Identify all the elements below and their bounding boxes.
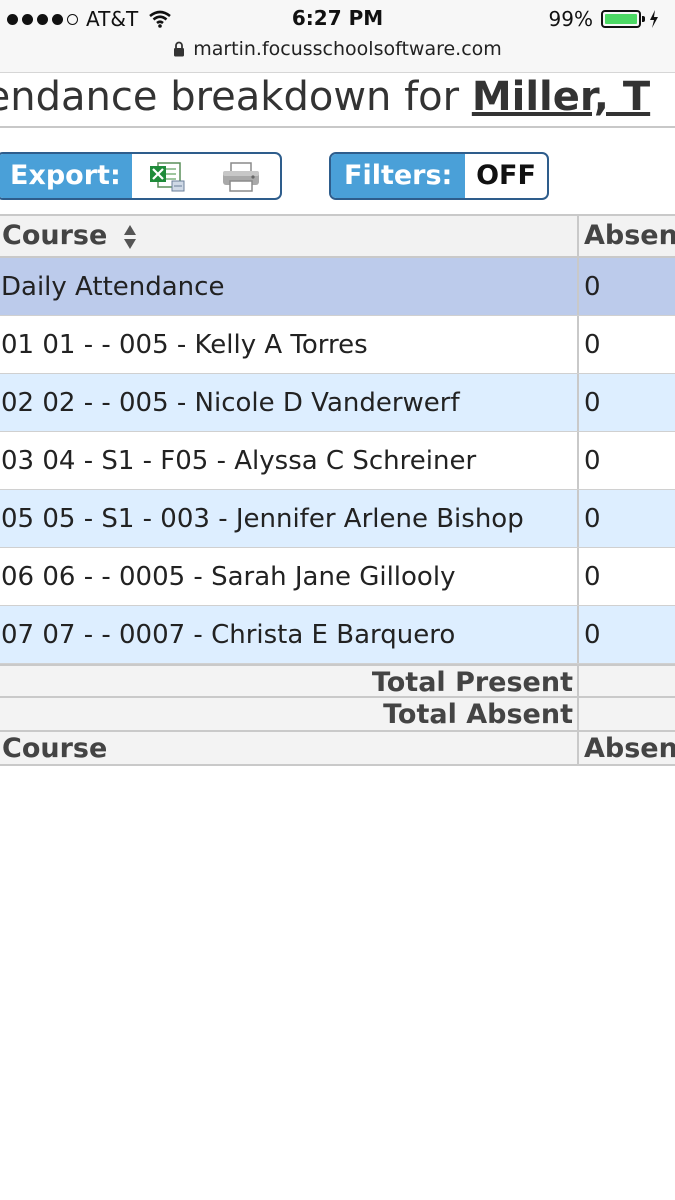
course-cell: 05 05 - S1 - 003 - Jennifer Arlene Bisho… — [0, 490, 579, 547]
course-cell: 02 02 - - 005 - Nicole D Vanderwerf — [0, 374, 579, 431]
battery-area: 99% — [549, 6, 659, 32]
absent-cell: 0 — [584, 504, 601, 534]
total-absent-label: Total Absent — [0, 698, 579, 730]
battery-icon — [601, 10, 645, 28]
battery-percent: 99% — [548, 7, 593, 31]
lock-icon — [174, 41, 185, 57]
page-title: tendance breakdown for Miller, T — [0, 74, 650, 120]
excel-icon[interactable] — [148, 161, 186, 193]
print-icon[interactable] — [220, 161, 262, 193]
table-row[interactable]: 07 07 - - 0007 - Christa E Barquero 0 — [0, 606, 675, 664]
absent-cell: 0 — [584, 446, 601, 476]
export-label: Export: — [0, 154, 132, 198]
total-absent-value — [581, 698, 675, 730]
url-text: martin.focusschoolsoftware.com — [193, 38, 502, 60]
total-absent-row: Total Absent — [0, 698, 675, 732]
table-row[interactable]: 06 06 - - 0005 - Sarah Jane Gillooly 0 — [0, 548, 675, 606]
footer-course-label: Course — [0, 732, 579, 764]
course-cell: 06 06 - - 0005 - Sarah Jane Gillooly — [0, 548, 579, 605]
total-present-value — [581, 666, 675, 696]
absent-cell: 0 — [584, 388, 601, 418]
course-cell: 07 07 - - 0007 - Christa E Barquero — [0, 606, 579, 663]
course-cell: Daily Attendance — [0, 258, 579, 315]
absent-cell: 0 — [584, 562, 601, 592]
table-header-row: Course Absen — [0, 214, 675, 258]
total-present-label: Total Present — [0, 666, 579, 696]
filters-label: Filters: — [331, 154, 465, 198]
filters-toggle[interactable]: Filters: OFF — [329, 152, 549, 200]
absent-cell: 0 — [584, 330, 601, 360]
page-header: tendance breakdown for Miller, T — [0, 72, 675, 128]
course-cell: 01 01 - - 005 - Kelly A Torres — [0, 316, 579, 373]
sort-arrows-icon[interactable] — [123, 221, 137, 253]
table-row[interactable]: 01 01 - - 005 - Kelly A Torres 0 — [0, 316, 675, 374]
footer-absent-label: Absen — [584, 733, 675, 764]
charging-bolt-icon — [650, 10, 658, 28]
table-footer-row: Course Absen — [0, 732, 675, 766]
absent-cell: 0 — [584, 620, 601, 650]
column-header-course-label: Course — [2, 220, 108, 251]
address-bar[interactable]: martin.focusschoolsoftware.com — [0, 38, 675, 60]
filters-value[interactable]: OFF — [465, 154, 547, 198]
attendance-table: Course Absen Daily Attendance 0 01 01 - … — [0, 214, 675, 766]
status-bar: AT&T 6:27 PM 99% martin.focusschoolsoftw… — [0, 0, 675, 73]
table-row[interactable]: 03 04 - S1 - F05 - Alyssa C Schreiner 0 — [0, 432, 675, 490]
page-title-text: tendance breakdown for — [0, 74, 472, 120]
total-present-row: Total Present — [0, 664, 675, 698]
student-name-link[interactable]: Miller, T — [472, 74, 650, 120]
course-cell: 03 04 - S1 - F05 - Alyssa C Schreiner — [0, 432, 579, 489]
table-row[interactable]: 02 02 - - 005 - Nicole D Vanderwerf 0 — [0, 374, 675, 432]
absent-cell: 0 — [584, 272, 601, 302]
column-header-absent[interactable]: Absen — [581, 216, 675, 256]
table-row[interactable]: 05 05 - S1 - 003 - Jennifer Arlene Bisho… — [0, 490, 675, 548]
export-toolbar: Export: — [0, 152, 282, 200]
column-header-course[interactable]: Course — [0, 216, 579, 256]
table-row[interactable]: Daily Attendance 0 — [0, 258, 675, 316]
